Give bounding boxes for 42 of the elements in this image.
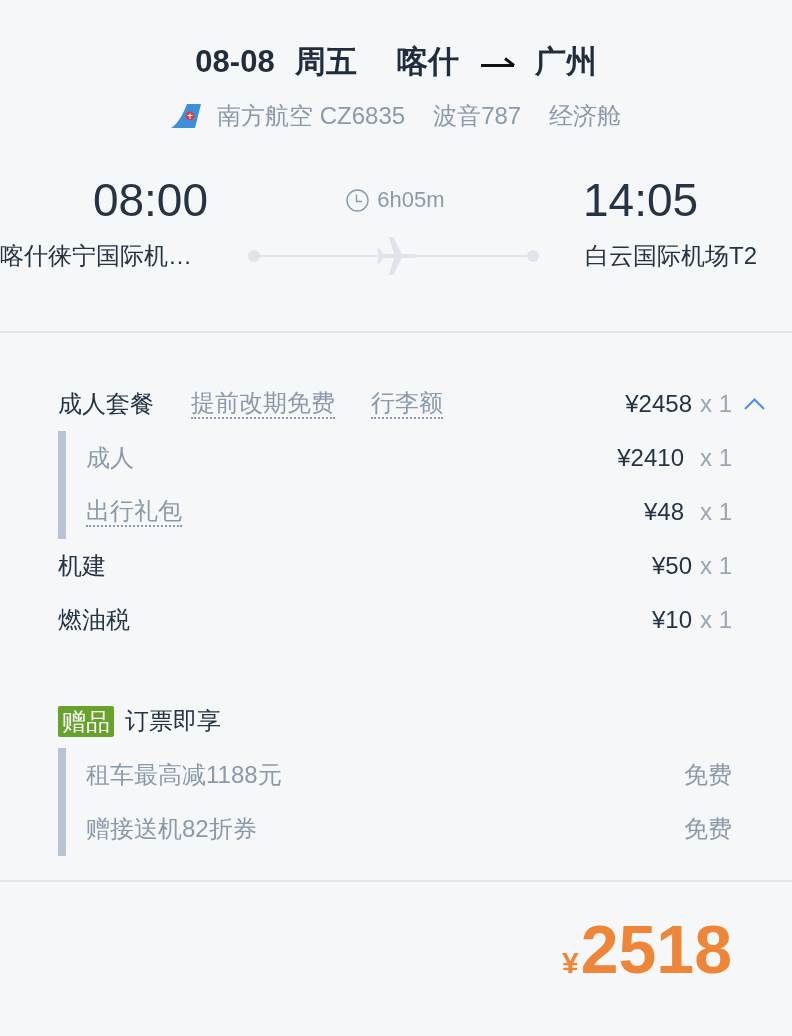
departure-time: 08:00	[92, 173, 208, 228]
fare-item-name: 燃油税	[58, 605, 130, 635]
departure-airport: 喀什徕宁国际机…	[0, 241, 192, 271]
fare-sub-link[interactable]: 出行礼包	[86, 497, 182, 527]
fare-price: ¥50	[651, 552, 692, 580]
departure-city: 喀什	[396, 43, 459, 81]
airline-name: 南方航空	[216, 101, 313, 131]
flight-duration: 6h05m	[377, 187, 445, 213]
gift-title: 订票即享	[125, 706, 221, 736]
fare-tag-link[interactable]: 提前改期免费	[191, 389, 335, 419]
arrival-time: 14:05	[583, 173, 699, 228]
fare-quantity: x 1	[700, 498, 732, 526]
arrow-icon	[480, 56, 515, 68]
gift-item-price: 免费	[684, 814, 732, 844]
fare-price: ¥2410	[617, 444, 684, 472]
gift-badge: 赠品	[58, 705, 114, 737]
gift-item-name: 赠接送机82折券	[86, 814, 257, 844]
title-date: 08-08	[195, 43, 275, 81]
gift-item-price: 免费	[684, 760, 732, 790]
total-amount: 2518	[580, 910, 732, 989]
fare-price: ¥10	[651, 606, 692, 634]
chevron-up-icon[interactable]	[744, 398, 765, 410]
fare-price: ¥48	[643, 498, 684, 526]
fare-quantity: x 1	[700, 552, 732, 580]
airline-logo-icon	[170, 104, 201, 128]
fare-price: ¥2458	[625, 390, 692, 418]
fare-item-name: 成人套餐	[58, 389, 154, 419]
total-currency: ¥	[562, 946, 579, 980]
clock-icon	[346, 188, 370, 212]
fare-sub-name: 成人	[86, 443, 134, 473]
arrival-city: 广州	[534, 43, 597, 81]
fare-quantity: x 1	[700, 444, 732, 472]
fare-tag-link[interactable]: 行李额	[371, 389, 443, 419]
flight-number: CZ6835	[319, 101, 406, 131]
aircraft-type: 波音787	[433, 101, 522, 131]
fare-quantity: x 1	[700, 606, 732, 634]
title-weekday: 周五	[294, 43, 357, 81]
fare-item-name: 机建	[58, 551, 106, 581]
gift-item-name: 租车最高减1188元	[86, 760, 282, 790]
fare-quantity: x 1	[700, 390, 732, 418]
arrival-airport: 白云国际机场T2	[585, 241, 757, 271]
cabin-class: 经济舱	[549, 101, 622, 131]
